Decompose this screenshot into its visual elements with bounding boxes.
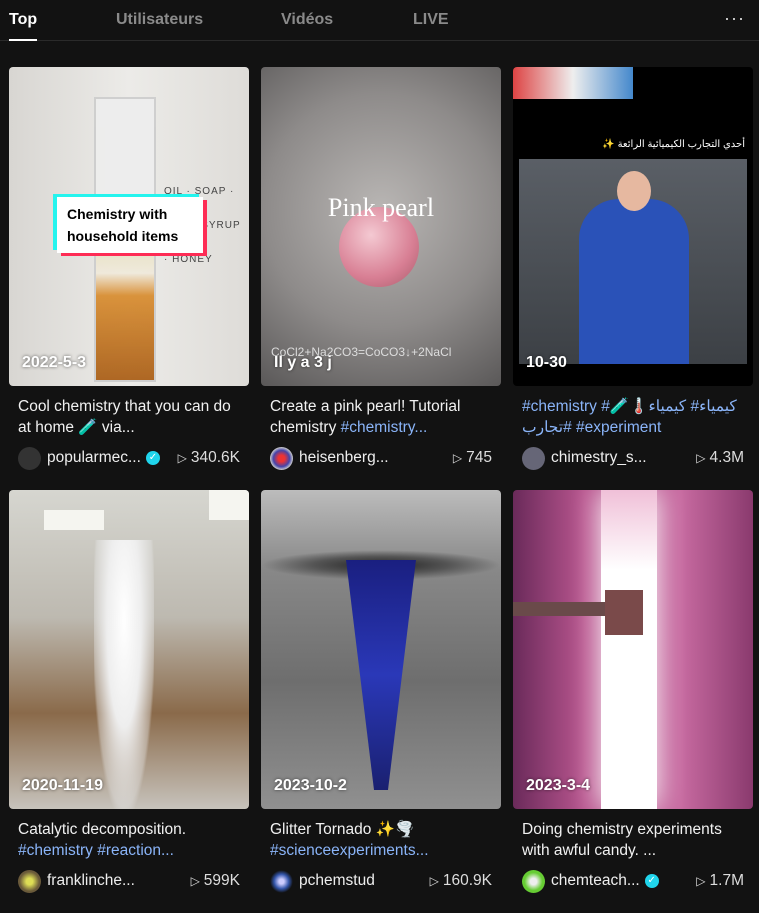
views-text: 1.7M: [709, 872, 744, 889]
video-date: Il y a 3 j: [274, 354, 332, 371]
avatar[interactable]: [522, 869, 545, 893]
video-description[interactable]: Create a pink pearl! Tutorial chemistry …: [261, 396, 501, 438]
desc-text: Cool chemistry that you can do at home 🧪…: [18, 398, 231, 436]
hashtag-link[interactable]: #chemistry...: [341, 419, 428, 436]
avatar[interactable]: [522, 446, 545, 470]
desc-text: Doing chemistry experiments with awful c…: [522, 821, 722, 859]
cartoon-banner: [513, 67, 633, 99]
video-description[interactable]: Doing chemistry experiments with awful c…: [513, 819, 753, 861]
video-card[interactable]: OIL · SOAP · CORN SYRUP · HONEY Chemistr…: [9, 67, 249, 490]
desc-text: Glitter Tornado ✨🌪️: [270, 821, 415, 838]
video-date: 2022-5-3: [22, 354, 87, 371]
views-text: 599K: [203, 872, 240, 889]
views-text: 160.9K: [442, 872, 492, 889]
play-icon: ▷: [177, 451, 187, 465]
tab-users[interactable]: Utilisateurs: [116, 11, 203, 29]
video-card[interactable]: Pink pearl CoCl2+Na2CO3=CoCO3↓+2NaCl Il …: [261, 67, 501, 490]
video-description[interactable]: #chemistry #كيمياء# كيمياء🌡️🧪 #تجارب #ex…: [513, 396, 753, 438]
hashtag-link[interactable]: #chemistry #كيمياء# كيمياء🌡️🧪 #تجارب #ex…: [522, 398, 737, 436]
verified-badge-icon: ✓: [145, 451, 160, 465]
ellipsis-icon[interactable]: ···: [724, 8, 745, 29]
avatar[interactable]: [18, 869, 41, 893]
video-date: 10-30: [526, 354, 567, 371]
username[interactable]: franklinche...: [47, 872, 135, 890]
play-icon: ▷: [696, 874, 706, 888]
views-text: 745: [466, 449, 492, 466]
foam-image: [94, 540, 154, 809]
video-meta: chimestry_s... ▷ 4.3M: [513, 446, 753, 470]
video-description[interactable]: Glitter Tornado ✨🌪️ #scienceexperiments.…: [261, 819, 501, 861]
play-icon: ▷: [429, 874, 439, 888]
avatar[interactable]: [270, 869, 293, 893]
views-text: 340.6K: [190, 449, 240, 466]
desc-text: Catalytic decomposition.: [18, 821, 186, 838]
video-card[interactable]: 2023-10-2 Glitter Tornado ✨🌪️ #scienceex…: [261, 490, 501, 913]
video-card[interactable]: 2020-11-19 Catalytic decomposition. #che…: [9, 490, 249, 913]
tab-top[interactable]: Top: [9, 11, 38, 41]
caption-overlay: Chemistry with household items: [57, 197, 203, 253]
video-card[interactable]: 2023-3-4 Doing chemistry experiments wit…: [513, 490, 753, 913]
view-count: ▷ 340.6K: [178, 449, 240, 467]
view-count: ▷ 160.9K: [430, 872, 492, 890]
tornado-image: [346, 560, 416, 790]
video-card[interactable]: أحدي التجارب الكيميائية الرائعة ✨ 10-30 …: [513, 67, 753, 490]
video-date: 2023-3-4: [526, 777, 591, 794]
video-description[interactable]: Catalytic decomposition. #chemistry #rea…: [9, 819, 249, 861]
views-text: 4.3M: [709, 449, 744, 466]
username[interactable]: popularmec...: [47, 449, 141, 467]
tab-videos[interactable]: Vidéos: [281, 11, 333, 29]
video-grid: OIL · SOAP · CORN SYRUP · HONEY Chemistr…: [9, 67, 753, 913]
hashtag-link[interactable]: #scienceexperiments...: [270, 842, 429, 859]
view-count: ▷ 745: [453, 449, 492, 467]
test-tube-image: [601, 490, 657, 809]
caption-overlay: Pink pearl: [327, 193, 435, 222]
hashtag-link[interactable]: #chemistry #reaction...: [18, 842, 174, 859]
username[interactable]: pchemstud: [299, 872, 375, 890]
avatar[interactable]: [18, 446, 41, 470]
username[interactable]: chemteach...: [551, 872, 640, 890]
verified-badge-icon: ✓: [644, 874, 659, 888]
tab-bar: Top Utilisateurs Vidéos LIVE ···: [0, 0, 759, 41]
username[interactable]: chimestry_s...: [551, 449, 647, 467]
video-meta: heisenberg... ▷ 745: [261, 446, 501, 470]
avatar[interactable]: [270, 446, 293, 470]
play-icon: ▷: [190, 874, 200, 888]
caption-overlay: أحدي التجارب الكيميائية الرائعة ✨: [602, 139, 745, 150]
view-count: ▷ 599K: [191, 872, 240, 890]
video-thumbnail[interactable]: أحدي التجارب الكيميائية الرائعة ✨ 10-30: [513, 67, 753, 386]
video-thumbnail[interactable]: 2023-3-4: [513, 490, 753, 809]
username[interactable]: heisenberg...: [299, 449, 389, 467]
video-thumbnail[interactable]: Pink pearl CoCl2+Na2CO3=CoCO3↓+2NaCl Il …: [261, 67, 501, 386]
view-count: ▷ 1.7M: [696, 872, 744, 890]
view-count: ▷ 4.3M: [696, 449, 744, 467]
tab-live[interactable]: LIVE: [413, 11, 449, 29]
video-meta: chemteach... ✓ ▷ 1.7M: [513, 869, 753, 893]
play-icon: ▷: [452, 451, 463, 465]
video-thumbnail[interactable]: 2023-10-2: [261, 490, 501, 809]
video-meta: popularmec... ✓ ▷ 340.6K: [9, 446, 249, 470]
video-thumbnail[interactable]: OIL · SOAP · CORN SYRUP · HONEY Chemistr…: [9, 67, 249, 386]
video-date: 2023-10-2: [274, 777, 347, 794]
video-thumbnail[interactable]: 2020-11-19: [9, 490, 249, 809]
video-meta: pchemstud ▷ 160.9K: [261, 869, 501, 893]
video-description[interactable]: Cool chemistry that you can do at home 🧪…: [9, 396, 249, 438]
video-date: 2020-11-19: [22, 777, 103, 794]
play-icon: ▷: [696, 451, 706, 465]
classroom-image: [519, 159, 747, 364]
video-meta: franklinche... ▷ 599K: [9, 869, 249, 893]
